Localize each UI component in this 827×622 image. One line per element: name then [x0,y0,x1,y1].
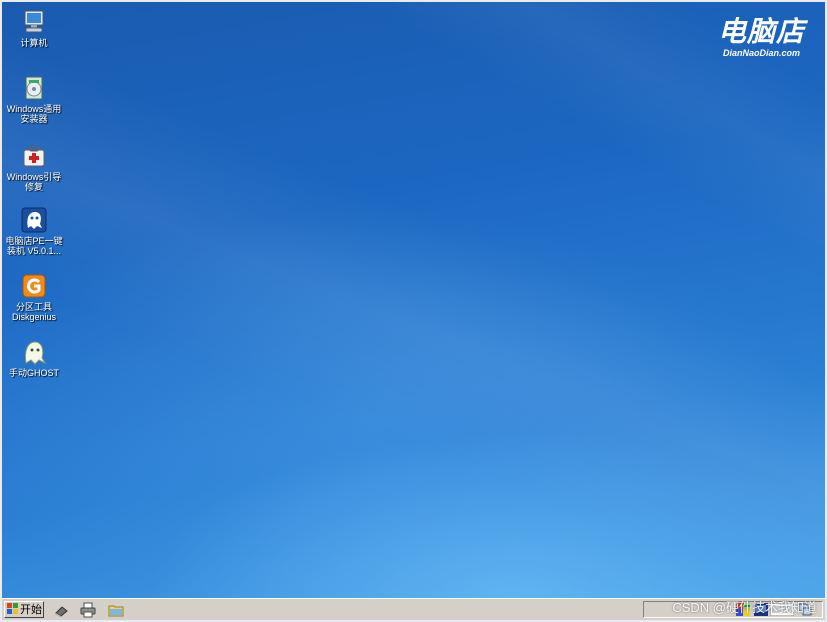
ghost-installer-icon [21,207,47,233]
icon-label: 电脑店PE一键装机 V5.0.1... [5,236,63,256]
start-button[interactable]: 开始 [4,601,44,618]
first-aid-kit-icon [23,145,45,167]
icon-label: 计算机 [20,38,48,48]
desktop-icon-diskgenius[interactable]: 分区工具Diskgenius [3,272,65,322]
diskgenius-icon [22,274,46,298]
desktop-icon-windows-installer[interactable]: Windows通用安装器 [3,74,65,124]
brand-logo: 电脑店 DianNaoDian.com [718,16,805,59]
start-label: 开始 [20,604,42,616]
ghost-icon [25,341,47,365]
icon-label: 分区工具Diskgenius [11,302,57,322]
installer-disc-icon [25,76,43,100]
watermark-text: CSDN @硬件技术我知道 [672,600,817,615]
icon-label: Windows通用安装器 [6,104,62,124]
desktop: 计算机 Windows通用安装器 Windows引导修复 电脑店PE一键装机 V… [2,2,825,598]
desktop-icon-manual-ghost[interactable]: 手动GHOST [3,338,65,378]
icon-label: 手动GHOST [8,368,59,378]
folder-icon[interactable] [108,602,124,618]
printer-icon[interactable] [80,602,96,618]
brand-name: 电脑店 [717,16,805,47]
desktop-icon-boot-repair[interactable]: Windows引导修复 [3,142,65,192]
eraser-icon[interactable] [54,602,70,618]
computer-icon [24,10,44,33]
brand-domain: DianNaoDian.com [722,48,800,58]
windows-logo-icon [7,603,18,614]
icon-label: Windows引导修复 [6,172,62,192]
desktop-icon-computer[interactable]: 计算机 [3,8,65,48]
desktop-icon-pe-installer[interactable]: 电脑店PE一键装机 V5.0.1... [3,206,65,256]
